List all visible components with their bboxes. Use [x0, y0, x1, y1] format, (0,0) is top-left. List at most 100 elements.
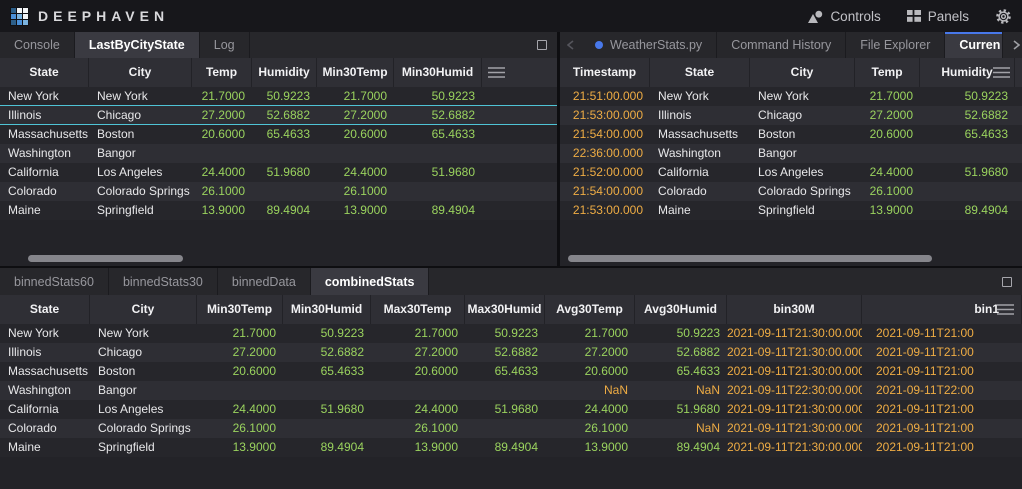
column-header-state[interactable]: State	[650, 58, 750, 87]
column-header-max30humid[interactable]: Max30Humid	[465, 295, 545, 324]
table-row[interactable]: MaineSpringfield13.900089.490413.900089.…	[0, 201, 557, 220]
column-header-timestamp[interactable]: Timestamp	[560, 58, 650, 87]
cell: Illinois	[0, 106, 89, 124]
cell: 51.9680	[252, 163, 317, 182]
cell: New York	[750, 87, 855, 106]
table-row[interactable]: ColoradoColorado Springs26.100026.1000	[0, 182, 557, 201]
column-header-bin30m[interactable]: bin30M	[727, 295, 862, 324]
tab-binnedstats30[interactable]: binnedStats30	[109, 268, 218, 295]
column-header-city[interactable]: City	[750, 58, 855, 87]
brand: DEEPHAVEN	[10, 7, 169, 26]
table-row[interactable]: MassachusettsBoston20.600065.463320.6000…	[0, 362, 1022, 381]
cell: 20.6000	[317, 125, 394, 144]
cell: Bangor	[90, 381, 197, 400]
table-row[interactable]: New YorkNew York21.700050.922321.700050.…	[0, 87, 557, 106]
table-row[interactable]: ColoradoColorado Springs26.100026.100026…	[0, 419, 1022, 438]
column-header-min30humid[interactable]: Min30Humid	[394, 58, 482, 87]
tab-combinedstats[interactable]: combinedStats	[311, 268, 430, 295]
controls-button[interactable]: Controls	[808, 9, 880, 24]
tab-console[interactable]: Console	[0, 32, 75, 58]
cell: Illinois	[0, 343, 90, 362]
cell	[465, 419, 545, 438]
table-row[interactable]: 21:54:00.000MassachusettsBoston20.600065…	[560, 125, 1022, 144]
cell: 24.4000	[192, 163, 252, 182]
table-row[interactable]: 22:36:00.000WashingtonBangor	[560, 144, 1022, 163]
controls-label: Controls	[830, 9, 880, 24]
settings-button[interactable]	[995, 8, 1012, 25]
table-menu-icon[interactable]	[993, 67, 1010, 78]
column-header-city[interactable]: City	[90, 295, 197, 324]
cell	[283, 381, 371, 400]
horizontal-scrollbar-thumb[interactable]	[568, 255, 932, 262]
cell: 13.9000	[855, 201, 920, 220]
cell: 2021-09-11T21:30:00.000	[727, 343, 862, 362]
column-header-min30temp[interactable]: Min30Temp	[317, 58, 394, 87]
combinedstats-table: StateCityMin30TempMin30HumidMax30TempMax…	[0, 295, 1022, 489]
table-row[interactable]: MaineSpringfield13.900089.490413.900089.…	[0, 438, 1022, 457]
column-header-min30temp[interactable]: Min30Temp	[197, 295, 283, 324]
table-row[interactable]: IllinoisChicago27.200052.688227.200052.6…	[0, 343, 1022, 362]
table-row[interactable]: CaliforniaLos Angeles24.400051.968024.40…	[0, 400, 1022, 419]
tab-curren[interactable]: Curren	[945, 32, 1003, 58]
table-row[interactable]: 21:51:00.000New YorkNew York21.700050.92…	[560, 87, 1022, 106]
tables-panel: binnedStats60binnedStats30binnedDatacomb…	[0, 268, 1022, 489]
table-row[interactable]: 21:53:00.000MaineSpringfield13.900089.49…	[560, 201, 1022, 220]
cell: New York	[0, 87, 89, 105]
scroll-tabs-right-button[interactable]	[1013, 40, 1020, 50]
table-row[interactable]: WashingtonBangor	[0, 144, 557, 163]
cell: California	[650, 163, 750, 182]
table-row[interactable]: 21:54:00.000ColoradoColorado Springs26.1…	[560, 182, 1022, 201]
tab-command-history[interactable]: Command History	[717, 32, 846, 58]
cell	[394, 144, 482, 163]
settings-gear-icon	[995, 8, 1012, 25]
column-header-avg30humid[interactable]: Avg30Humid	[635, 295, 727, 324]
table-menu-icon[interactable]	[997, 304, 1014, 315]
tab-label: Console	[14, 38, 60, 52]
cell: 51.9680	[920, 163, 1015, 182]
column-header-avg30temp[interactable]: Avg30Temp	[545, 295, 635, 324]
column-header-humidity[interactable]: Humidity	[252, 58, 317, 87]
tab-lastbycitystate[interactable]: LastByCityState	[75, 32, 200, 58]
table-row[interactable]: MassachusettsBoston20.600065.463320.6000…	[0, 125, 557, 144]
table-row[interactable]: IllinoisChicago27.200052.688227.200052.6…	[0, 106, 557, 125]
scroll-tabs-left-button[interactable]	[560, 32, 581, 58]
maximize-panel-button[interactable]	[1002, 277, 1012, 287]
panels-button[interactable]: Panels	[907, 9, 969, 24]
column-header-city[interactable]: City	[89, 58, 192, 87]
cell	[920, 182, 1015, 201]
horizontal-scrollbar-thumb[interactable]	[28, 255, 183, 262]
cell: Maine	[0, 438, 90, 457]
table-row[interactable]: New YorkNew York21.700050.922321.700050.…	[0, 324, 1022, 343]
column-header-min30humid[interactable]: Min30Humid	[283, 295, 371, 324]
tab-file-explorer[interactable]: File Explorer	[846, 32, 945, 58]
cell: Colorado	[650, 182, 750, 201]
cell: 50.9223	[252, 87, 317, 105]
tab-binnedstats60[interactable]: binnedStats60	[0, 268, 109, 295]
tab-log[interactable]: Log	[200, 32, 250, 58]
tab-binneddata[interactable]: binnedData	[218, 268, 311, 295]
table-row[interactable]: 21:52:00.000CaliforniaLos Angeles24.4000…	[560, 163, 1022, 182]
table-row[interactable]: CaliforniaLos Angeles24.400051.968024.40…	[0, 163, 557, 182]
currenttime-table: TimestampStateCityTempHumidity 21:51:00.…	[560, 58, 1022, 266]
column-header-max30temp[interactable]: Max30Temp	[371, 295, 465, 324]
cell: 27.2000	[197, 343, 283, 362]
column-header-state[interactable]: State	[0, 295, 90, 324]
table-menu-icon[interactable]	[488, 67, 505, 78]
cell: 89.4904	[394, 201, 482, 220]
table-row[interactable]: WashingtonBangorNaNNaN2021-09-11T22:30:0…	[0, 381, 1022, 400]
cell: 2021-09-11T21:30:00.000	[727, 324, 862, 343]
tab-label: Command History	[731, 38, 831, 52]
cell: Los Angeles	[89, 163, 192, 182]
maximize-panel-button[interactable]	[537, 40, 547, 50]
cell	[465, 381, 545, 400]
column-header-temp[interactable]: Temp	[855, 58, 920, 87]
column-header-state[interactable]: State	[0, 58, 89, 87]
cell: 13.9000	[317, 201, 394, 220]
maximize-icon	[537, 40, 547, 50]
cell: 27.2000	[855, 106, 920, 125]
controls-shapes-icon	[808, 10, 823, 23]
tab-weatherstats-py[interactable]: WeatherStats.py	[581, 32, 717, 58]
cell: 52.6882	[465, 343, 545, 362]
column-header-temp[interactable]: Temp	[192, 58, 252, 87]
table-row[interactable]: 21:53:00.000IllinoisChicago27.200052.688…	[560, 106, 1022, 125]
